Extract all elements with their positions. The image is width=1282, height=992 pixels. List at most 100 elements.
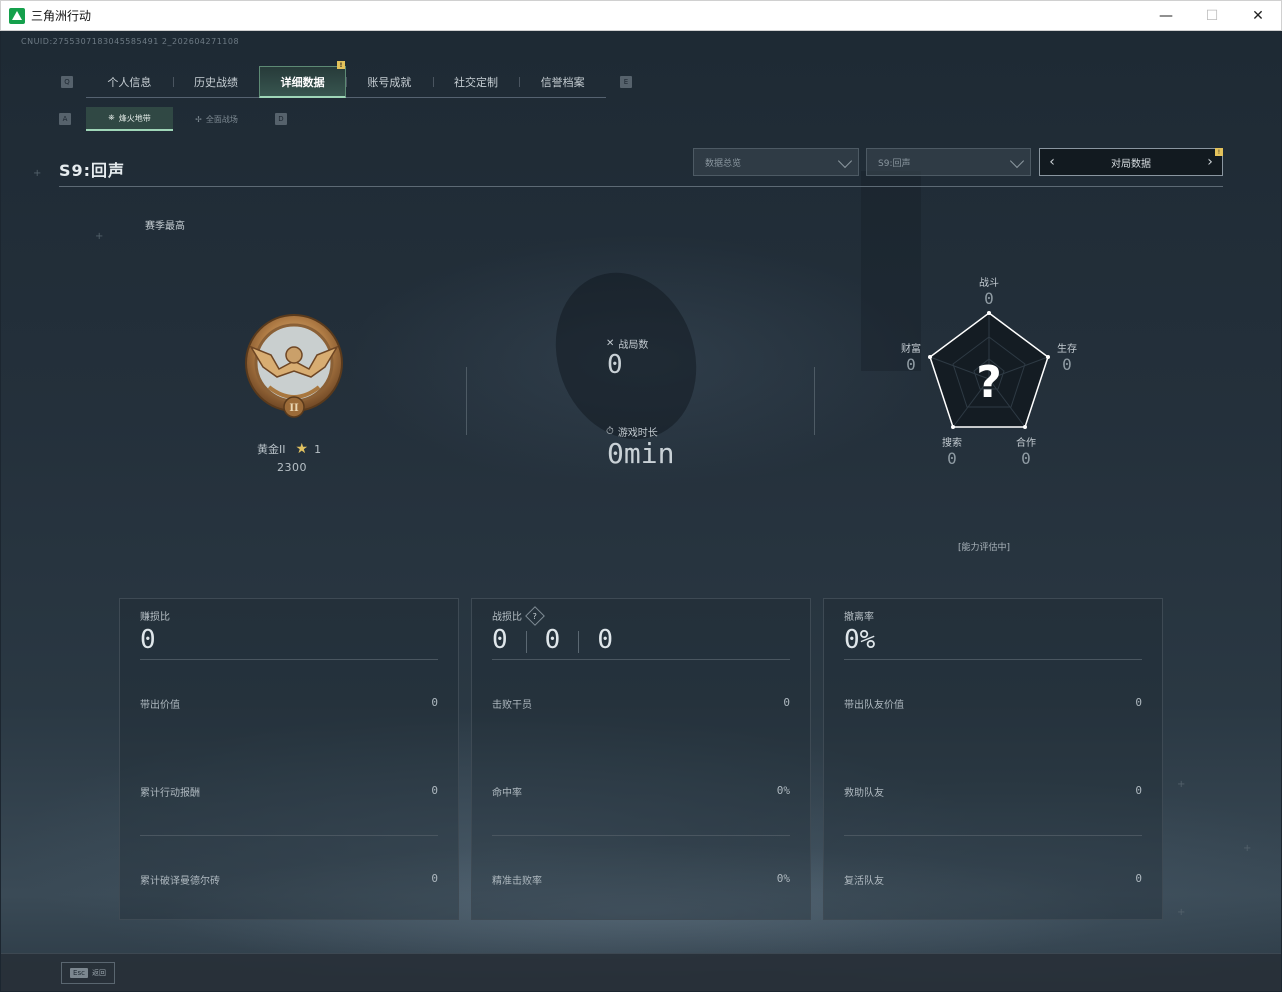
radar-label-combat: 战斗 <box>979 278 999 289</box>
tab-personal-info[interactable]: 个人信息 <box>86 66 173 98</box>
main-tabbar: 个人信息 历史战绩 详细数据 ! 账号成就 社交定制 信誉档案 <box>86 61 606 98</box>
card-title-row: 撤离率 <box>844 608 874 623</box>
radar-value-teamwork: 0 <box>1021 449 1031 468</box>
radar-label-wealth: 财富 <box>901 344 921 355</box>
card-title-row: 战损比 ? <box>492 605 545 626</box>
rank-stars: 1 <box>314 442 322 456</box>
tab-detailed-data[interactable]: 详细数据 ! <box>259 61 347 98</box>
close-button[interactable]: ✕ <box>1235 1 1281 31</box>
card-big-value: 0% <box>844 625 876 655</box>
matches-label: 战局数 <box>618 340 649 351</box>
header-divider <box>59 186 1223 187</box>
profit-ratio-card: 赚损比 0 带出价值 0 累计行动报酬 0 累计破译曼德尔砖 0 <box>119 598 459 920</box>
subtab-prev-key-hint[interactable]: A <box>59 113 71 125</box>
subtab-label: 全面战场 <box>205 114 238 124</box>
row-value: 0 <box>1135 784 1142 797</box>
card-divider <box>844 835 1142 836</box>
tab-history[interactable]: 历史战绩 <box>172 66 260 98</box>
data-type-dropdown[interactable]: 数据总览 <box>693 148 859 176</box>
rank-score: 2300 <box>277 461 307 474</box>
card-title-row: 赚损比 <box>140 608 170 623</box>
tab-prev-key-hint[interactable]: Q <box>61 76 73 88</box>
playtime-value: 0min <box>607 437 675 470</box>
minimize-button[interactable]: — <box>1143 1 1189 31</box>
subtab-label: 烽火地带 <box>118 113 151 123</box>
tab-label: 信誉档案 <box>540 76 585 89</box>
radar-value-combat: 0 <box>984 289 994 308</box>
window-controls: — ☐ ✕ <box>1143 1 1281 31</box>
card-big-value: 0 <box>597 625 613 655</box>
tab-label: 社交定制 <box>454 76 499 89</box>
tab-reputation[interactable]: 信誉档案 <box>519 66 606 98</box>
card-title: 赚损比 <box>140 612 170 623</box>
vertical-divider <box>466 367 467 435</box>
row-value: 0% <box>776 784 790 797</box>
tab-achievements[interactable]: 账号成就 <box>346 66 433 98</box>
stopwatch-icon: ⏱ <box>606 426 614 437</box>
card-divider <box>492 659 790 660</box>
game-viewport: CNUID:2755307183045585491 2_202604271108… <box>1 31 1281 991</box>
battlefield-icon: ✢ <box>195 114 202 124</box>
maximize-button[interactable]: ☐ <box>1189 1 1235 31</box>
row-value: 0 <box>1135 872 1142 885</box>
card-big-value-row: 0 <box>140 625 156 655</box>
row-label: 救助队友 <box>844 788 884 799</box>
vertical-divider <box>814 367 815 435</box>
dropdown-value: 数据总览 <box>705 158 742 169</box>
row-value: 0 <box>783 696 790 709</box>
card-title: 撤离率 <box>844 612 874 623</box>
tab-label: 账号成就 <box>367 76 412 89</box>
prev-arrow-icon[interactable]: ‹ <box>1042 149 1062 175</box>
subtab-next-key-hint[interactable]: D <box>275 113 287 125</box>
user-uid: CNUID:2755307183045585491 2_202604271108 <box>21 37 240 46</box>
hud-crosshair-icon: + <box>1177 907 1186 918</box>
value-separator <box>578 631 580 653</box>
dropdown-value: S9:回声 <box>878 158 911 169</box>
rank-name-row: 黄金II ★ 1 <box>257 441 321 457</box>
row-label: 累计破译曼德尔砖 <box>140 876 220 887</box>
esc-key-hint: Esc <box>70 968 88 978</box>
chevron-down-icon <box>1009 153 1025 169</box>
season-dropdown[interactable]: S9:回声 <box>866 148 1031 176</box>
radar-label-search: 搜索 <box>942 438 962 449</box>
row-value: 0% <box>776 872 790 885</box>
hud-crosshair-icon: + <box>95 231 104 242</box>
app-logo-icon <box>9 7 25 24</box>
row-label: 复活队友 <box>844 876 884 887</box>
row-value: 0 <box>431 696 438 709</box>
tab-next-key-hint[interactable]: E <box>620 76 632 88</box>
subtab-warfare[interactable]: ✢ 全面战场 <box>173 107 260 131</box>
tab-label: 历史战绩 <box>194 76 238 89</box>
back-label: 返回 <box>91 969 106 977</box>
card-big-value-row: 0 0 0 <box>492 625 613 655</box>
card-divider <box>844 659 1142 660</box>
medal-numeral: II <box>289 403 299 414</box>
rank-medal-icon: II <box>245 314 343 418</box>
zone-icon: ⛯ <box>108 113 115 122</box>
radar-label-survival: 生存 <box>1057 344 1077 355</box>
radar-label-teamwork: 合作 <box>1016 438 1036 449</box>
subtab-operations-zone[interactable]: ⛯ 烽火地带 <box>86 107 173 131</box>
window-title: 三角洲行动 <box>31 9 92 23</box>
row-label: 带出队友价值 <box>844 700 904 711</box>
pager-label: 对局数据 <box>1111 158 1151 170</box>
window-titlebar: 三角洲行动 — ☐ ✕ <box>0 0 1282 31</box>
help-mark: ? <box>532 611 538 620</box>
hud-crosshair-icon: + <box>1177 779 1186 790</box>
radar-value-survival: 0 <box>1062 355 1072 374</box>
row-value: 0 <box>1135 696 1142 709</box>
card-divider <box>140 659 438 660</box>
help-icon[interactable]: ? <box>525 605 545 626</box>
row-label: 命中率 <box>492 788 522 799</box>
card-big-value: 0 <box>544 625 561 655</box>
row-label: 精准击败率 <box>492 876 542 887</box>
chevron-down-icon <box>837 153 853 169</box>
radar-value-search: 0 <box>947 449 957 468</box>
season-best-label: 赛季最高 <box>145 221 185 232</box>
hud-crosshair-icon: + <box>1243 843 1252 854</box>
tab-label: 个人信息 <box>107 76 152 89</box>
back-button[interactable]: Esc 返回 <box>61 962 115 984</box>
tab-social[interactable]: 社交定制 <box>432 66 520 98</box>
footer-bar: Esc 返回 <box>1 953 1281 991</box>
card-big-value-row: 0% <box>844 625 875 655</box>
